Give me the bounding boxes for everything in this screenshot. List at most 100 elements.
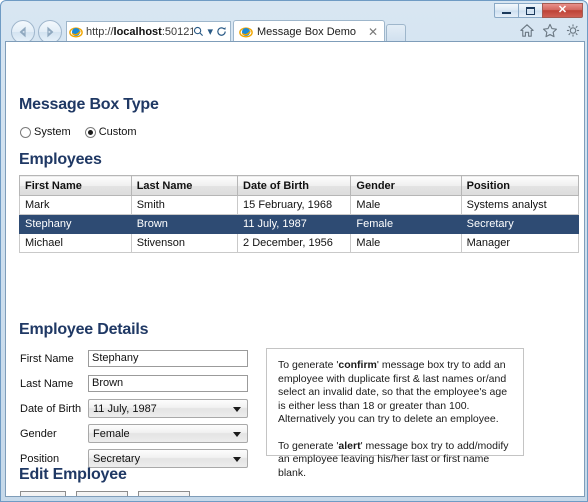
minimize-button[interactable] xyxy=(494,3,519,18)
title-bar: ✕ xyxy=(1,1,587,18)
label-date-of-birth: Date of Birth xyxy=(20,402,82,415)
tab-favicon-icon xyxy=(239,27,253,38)
browser-window: ✕ http://localhost:50121. xyxy=(0,0,588,502)
instructions-paragraph-confirm: To generate 'confirm' message box try to… xyxy=(278,359,512,427)
cell-date-of-birth: 15 February, 1968 xyxy=(237,195,352,215)
column-header-gender[interactable]: Gender xyxy=(350,175,462,196)
cell-first-name: Mark xyxy=(19,195,132,215)
search-icon[interactable] xyxy=(193,26,204,37)
employees-heading: Employees xyxy=(19,151,102,168)
back-arrow-icon xyxy=(19,26,26,38)
cell-date-of-birth: 2 December, 1956 xyxy=(237,233,352,253)
chevron-down-icon xyxy=(233,432,241,437)
table-header-row: First Name Last Name Date of Birth Gende… xyxy=(19,175,580,196)
radio-custom-input[interactable] xyxy=(84,126,96,138)
column-header-last-name[interactable]: Last Name xyxy=(130,175,239,196)
alert-text-pre: To generate ' xyxy=(278,439,339,452)
column-header-position[interactable]: Position xyxy=(460,175,580,196)
employees-table-body: Mark Smith 15 February, 1968 Male System… xyxy=(19,195,580,253)
gender-value: Female xyxy=(93,427,130,440)
url-host: localhost xyxy=(113,25,162,38)
cell-date-of-birth: 11 July, 1987 xyxy=(237,214,352,234)
confirm-keyword: confirm xyxy=(338,359,377,371)
browser-content-area: File Edit View Favorites Tools Help Mess… xyxy=(5,41,585,497)
edit-employee-buttons: Add Modify Delete xyxy=(20,491,191,496)
favorites-icon[interactable] xyxy=(542,23,558,38)
toolbar-icons xyxy=(519,23,581,38)
window-controls: ✕ xyxy=(494,3,583,18)
ie-favicon-icon xyxy=(69,26,83,38)
last-name-input[interactable]: Brown xyxy=(88,375,248,392)
url-rest: :50121. xyxy=(161,25,194,38)
alert-keyword: alert xyxy=(338,439,361,452)
label-position: Position xyxy=(20,452,60,465)
tools-icon[interactable] xyxy=(565,23,581,38)
cell-gender: Female xyxy=(350,214,462,234)
gender-select[interactable]: Female xyxy=(88,424,248,443)
cell-gender: Male xyxy=(350,233,462,253)
cell-first-name: Michael xyxy=(19,233,132,253)
instructions-panel: To generate 'confirm' message box try to… xyxy=(266,348,524,479)
table-row-selected[interactable]: Stephany Brown 11 July, 1987 Female Secr… xyxy=(19,214,580,234)
cell-position: Manager xyxy=(460,233,580,253)
radio-system-input[interactable] xyxy=(20,126,31,138)
edit-employee-heading: Edit Employee xyxy=(19,466,127,483)
address-bar-icons: ▾ xyxy=(193,25,227,38)
cell-position: Secretary xyxy=(460,214,580,234)
label-last-name: Last Name xyxy=(20,377,74,390)
employees-table-head: First Name Last Name Date of Birth Gende… xyxy=(19,175,580,196)
table-row[interactable]: Mark Smith 15 February, 1968 Male System… xyxy=(19,195,580,215)
message-box-type-heading: Message Box Type xyxy=(19,96,159,113)
cell-last-name: Smith xyxy=(130,195,239,215)
add-button[interactable]: Add xyxy=(20,491,66,496)
forward-arrow-icon xyxy=(47,26,54,38)
url-scheme: http:// xyxy=(86,25,114,38)
restore-icon xyxy=(526,6,535,15)
cell-position: Systems analyst xyxy=(460,195,580,215)
tab-title: Message Box Demo xyxy=(257,26,357,38)
date-of-birth-select[interactable]: 11 July, 1987 xyxy=(88,399,248,418)
first-name-input[interactable]: Stephany xyxy=(88,350,248,367)
chevron-down-icon xyxy=(233,407,241,412)
label-first-name: First Name xyxy=(20,352,74,365)
cell-last-name: Brown xyxy=(130,214,239,234)
radio-option-system[interactable]: System xyxy=(20,126,71,138)
position-value: Secretary xyxy=(93,452,141,465)
tab-strip: Message Box Demo ✕ xyxy=(233,20,406,43)
radio-option-custom[interactable]: Custom xyxy=(84,126,137,138)
field-row-last-name: Last Name Brown xyxy=(20,374,252,393)
web-page: Message Box Type System Custom Employees… xyxy=(6,66,584,496)
table-row[interactable]: Michael Stivenson 2 December, 1956 Male … xyxy=(19,233,580,253)
address-text: http://localhost:50121. xyxy=(86,26,193,38)
address-bar[interactable]: http://localhost:50121. ▾ xyxy=(66,21,231,42)
employee-details-heading: Employee Details xyxy=(19,321,149,338)
tab-message-box-demo[interactable]: Message Box Demo ✕ xyxy=(233,20,385,43)
cell-first-name: Stephany xyxy=(19,214,132,234)
minimize-icon xyxy=(502,12,511,14)
employee-details-form: First Name Stephany Last Name Brown Date… xyxy=(20,349,252,474)
field-row-gender: Gender Female xyxy=(20,424,252,443)
cell-last-name: Stivenson xyxy=(130,233,239,253)
instructions-paragraph-alert: To generate 'alert' message box try to a… xyxy=(278,440,512,481)
field-row-date-of-birth: Date of Birth 11 July, 1987 xyxy=(20,399,252,418)
column-header-first-name[interactable]: First Name xyxy=(19,175,132,196)
home-icon[interactable] xyxy=(519,23,535,38)
field-row-first-name: First Name Stephany xyxy=(20,349,252,368)
chevron-down-icon[interactable]: ▾ xyxy=(207,25,213,38)
confirm-text-pre: To generate ' xyxy=(278,359,339,371)
close-button[interactable]: ✕ xyxy=(542,3,583,18)
restore-button[interactable] xyxy=(518,3,543,18)
modify-button[interactable]: Modify xyxy=(76,491,129,496)
employees-table: First Name Last Name Date of Birth Gende… xyxy=(19,175,580,253)
column-header-date-of-birth[interactable]: Date of Birth xyxy=(237,175,352,196)
tab-close-icon[interactable]: ✕ xyxy=(368,26,378,38)
close-icon: ✕ xyxy=(557,4,568,16)
cell-gender: Male xyxy=(350,195,462,215)
refresh-icon[interactable] xyxy=(216,26,227,37)
delete-button[interactable]: Delete xyxy=(138,491,191,496)
date-of-birth-value: 11 July, 1987 xyxy=(93,402,157,415)
radio-system-label: System xyxy=(34,126,71,138)
radio-custom-label: Custom xyxy=(98,126,137,138)
chevron-down-icon xyxy=(233,457,241,462)
label-gender: Gender xyxy=(20,427,57,440)
